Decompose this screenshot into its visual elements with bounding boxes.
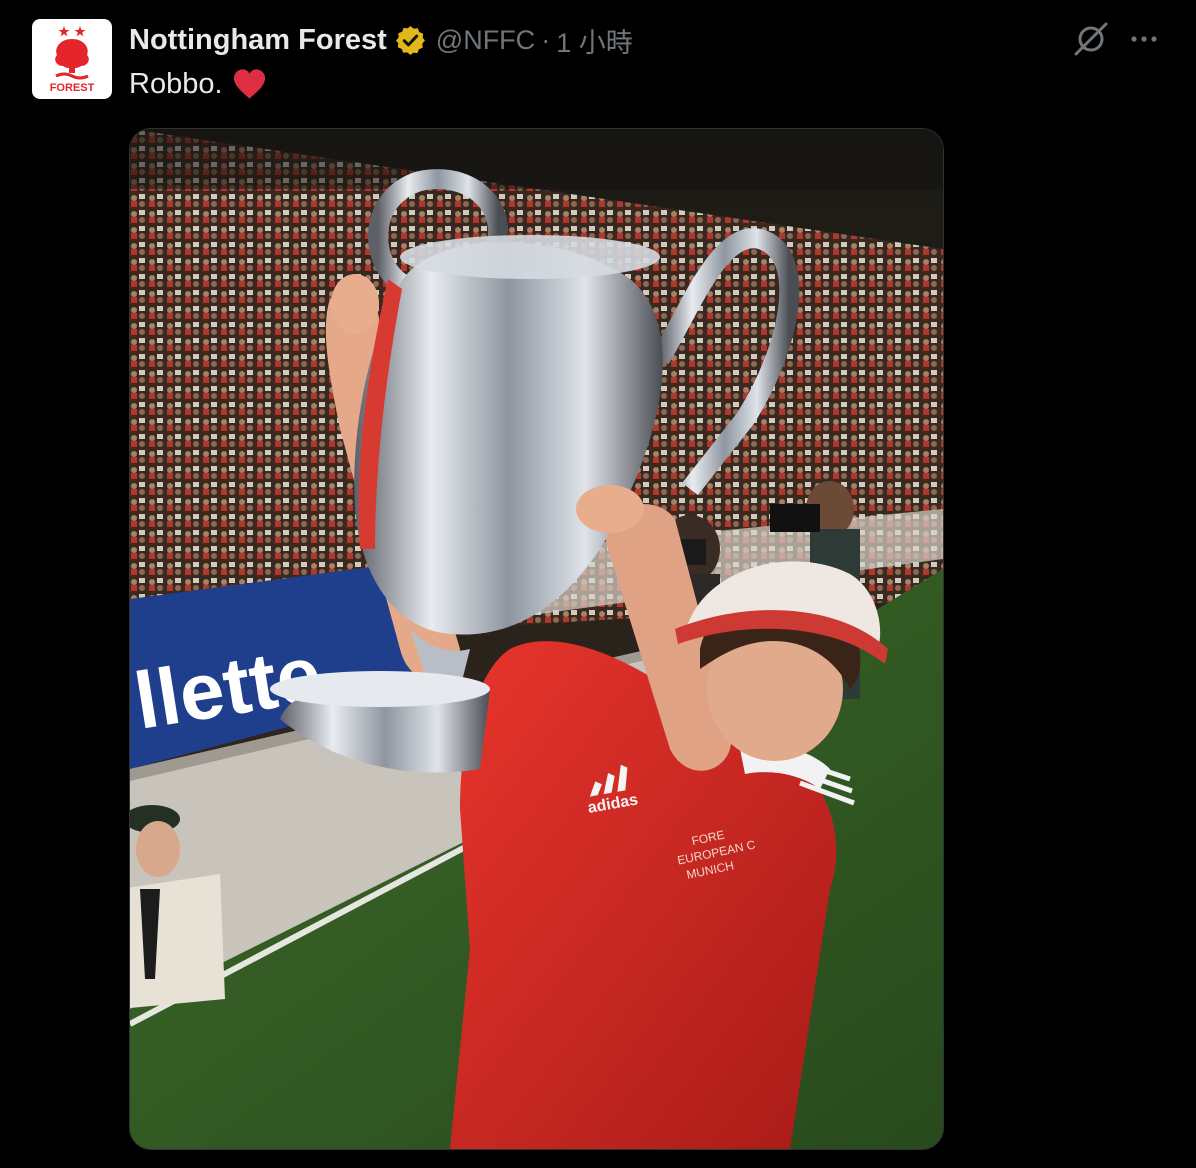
author-display-name[interactable]: Nottingham Forest <box>129 24 387 57</box>
more-horizontal-icon[interactable] <box>1126 25 1162 53</box>
heart-emoji-icon <box>233 69 265 99</box>
timestamp[interactable]: 1 小時 <box>556 21 633 60</box>
photo-trophy-celebration: llette adidas FORE EUROPEAN C MUNICH <box>130 129 943 1149</box>
tweet-text: Robbo. <box>129 64 267 104</box>
tweet-media-photo[interactable]: llette adidas FORE EUROPEAN C MUNICH <box>129 128 944 1150</box>
grok-icon[interactable] <box>1073 21 1109 57</box>
nffc-crest-icon: FOREST <box>50 26 95 94</box>
avatar-wordmark: FOREST <box>50 82 95 94</box>
tweet[interactable]: FOREST Nottingham Forest @NFFC · 1 小時 Ro… <box>0 0 1196 1168</box>
verified-badge-icon <box>395 25 425 55</box>
tweet-header: Nottingham Forest @NFFC · 1 小時 <box>129 20 633 60</box>
author-handle[interactable]: @NFFC <box>436 25 535 56</box>
avatar[interactable]: FOREST <box>32 19 112 99</box>
tweet-text-body: Robbo. <box>129 67 223 100</box>
separator-dot: · <box>541 24 551 55</box>
